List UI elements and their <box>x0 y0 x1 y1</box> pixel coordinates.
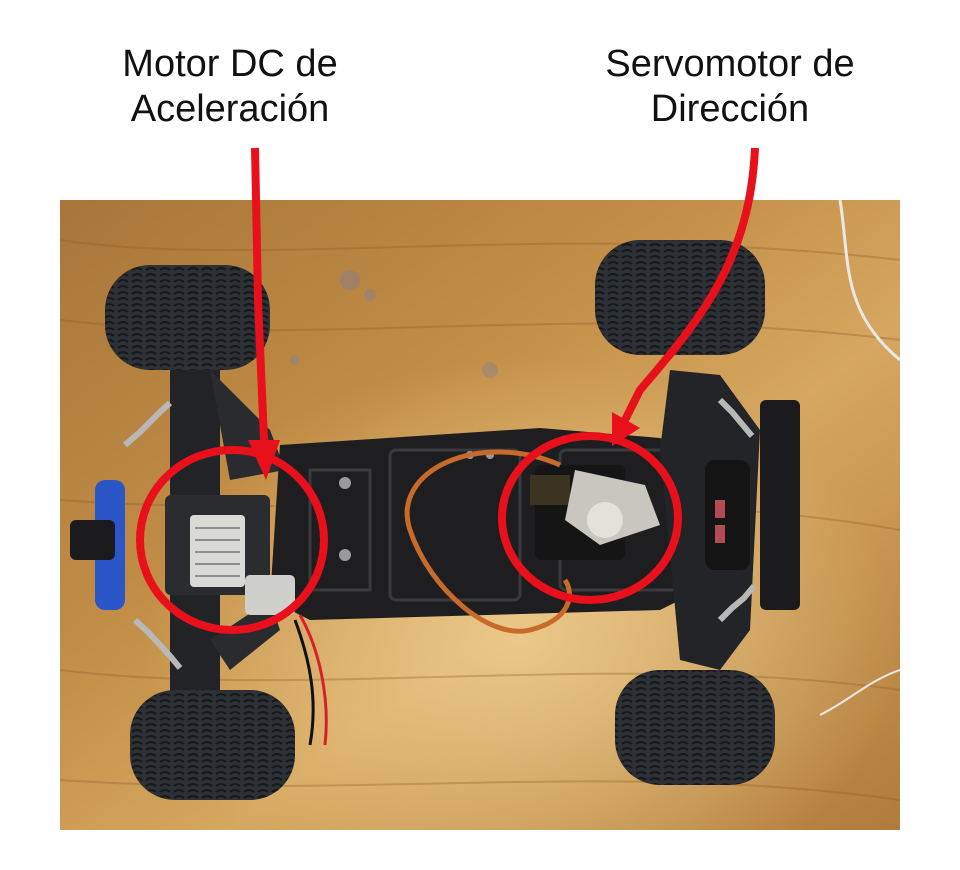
servo-label-line1: Servomotor de <box>605 43 855 85</box>
motor-label-line2: Aceleración <box>130 88 330 130</box>
servo-label-line2: Dirección <box>650 88 810 130</box>
motor-label-line1: Motor DC de <box>122 43 338 85</box>
front-left-wheel <box>595 240 765 355</box>
motor-annotation-label: Motor DC de Aceleración <box>80 42 380 132</box>
rear-right-wheel <box>130 690 295 800</box>
servo-annotation-label: Servomotor de Dirección <box>560 42 900 132</box>
rear-left-wheel <box>105 265 270 370</box>
rc-car-photo <box>60 200 900 830</box>
front-right-wheel <box>615 670 775 785</box>
front-bumper <box>760 400 800 610</box>
